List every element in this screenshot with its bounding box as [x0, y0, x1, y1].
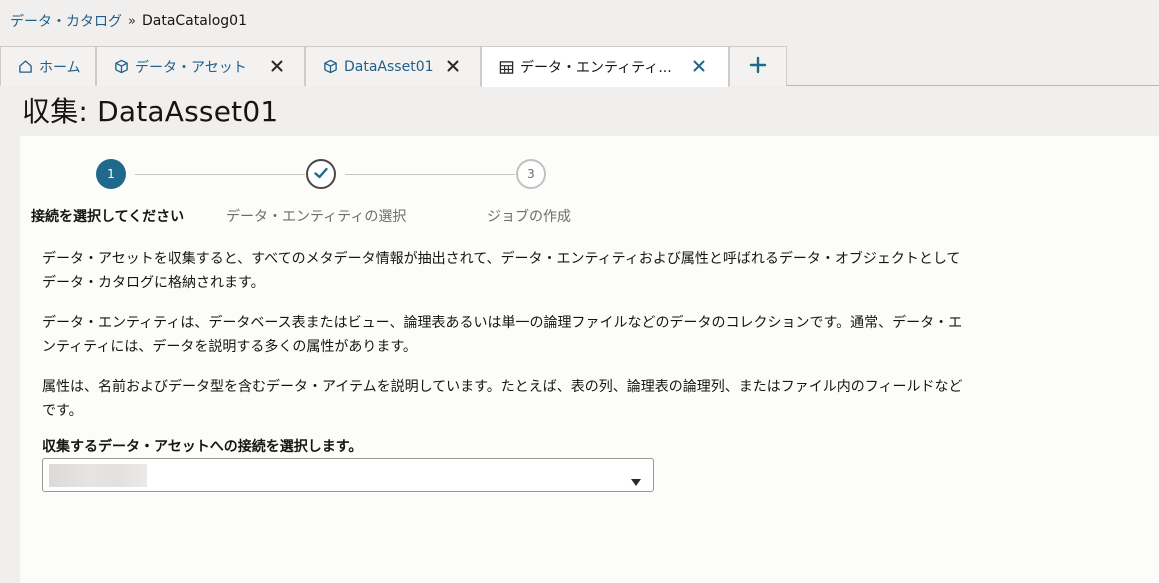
step-3-indicator[interactable]: 3: [516, 159, 546, 189]
step-train: 1 3 接続を選択してください データ・エンティティの選択 ジョブの作成: [20, 136, 640, 236]
tab-home-label: ホーム: [39, 59, 81, 76]
tab-data-entities[interactable]: データ・エンティティ...: [481, 46, 729, 87]
description-paragraph-3: 属性は、名前およびデータ型を含むデータ・アイテムを説明しています。たとえば、表の…: [42, 379, 963, 419]
cube-icon: [322, 59, 338, 75]
description-paragraph-2: データ・エンティティは、データベース表またはビュー、論理表あるいは単一の論理ファ…: [42, 315, 963, 355]
step-1-indicator[interactable]: 1: [96, 159, 126, 189]
connection-select[interactable]: [42, 458, 654, 492]
step-connector: [345, 174, 515, 175]
connection-select-value: [49, 464, 147, 487]
step-2-label: データ・エンティティの選択: [226, 209, 407, 225]
tab-dataasset01-label: DataAsset01: [344, 58, 434, 75]
cube-icon: [113, 59, 129, 75]
tab-data-assets[interactable]: データ・アセット: [96, 46, 305, 86]
breadcrumb-current: DataCatalog01: [141, 13, 247, 29]
home-icon: [17, 59, 33, 75]
tab-data-assets-label: データ・アセット: [135, 59, 247, 76]
tab-home[interactable]: ホーム: [0, 46, 96, 86]
breadcrumb: データ・カタログ » DataCatalog01: [10, 11, 247, 31]
step-3-label: ジョブの作成: [487, 209, 571, 225]
add-tab-button[interactable]: [729, 46, 787, 86]
tab-data-entities-label: データ・エンティティ...: [520, 60, 672, 76]
description-paragraph-1: データ・アセットを収集すると、すべてのメタデータ情報が抽出されて、データ・エンテ…: [42, 251, 961, 291]
page-title: 収集: DataAsset01: [22, 95, 279, 128]
connection-select-label: 収集するデータ・アセットへの接続を選択します。: [42, 439, 363, 455]
breadcrumb-data-catalog-link[interactable]: データ・カタログ: [10, 11, 122, 31]
table-icon: [498, 59, 514, 75]
tab-dataasset01[interactable]: DataAsset01: [305, 46, 481, 86]
tab-bar: ホーム データ・アセット DataAsset01 データ・エンティティ...: [0, 46, 1159, 87]
harvest-panel: 1 3 接続を選択してください データ・エンティティの選択 ジョブの作成 データ…: [20, 136, 1159, 583]
checkmark-icon: [312, 164, 330, 185]
close-icon[interactable]: [270, 59, 284, 73]
step-1-label: 接続を選択してください: [31, 209, 185, 225]
close-icon[interactable]: [446, 59, 460, 73]
step-connector: [135, 174, 305, 175]
caret-down-icon: [631, 472, 641, 486]
step-2-indicator[interactable]: [306, 159, 336, 189]
breadcrumb-separator: »: [128, 13, 136, 29]
plus-icon: [749, 56, 767, 78]
close-icon[interactable]: [692, 59, 706, 73]
